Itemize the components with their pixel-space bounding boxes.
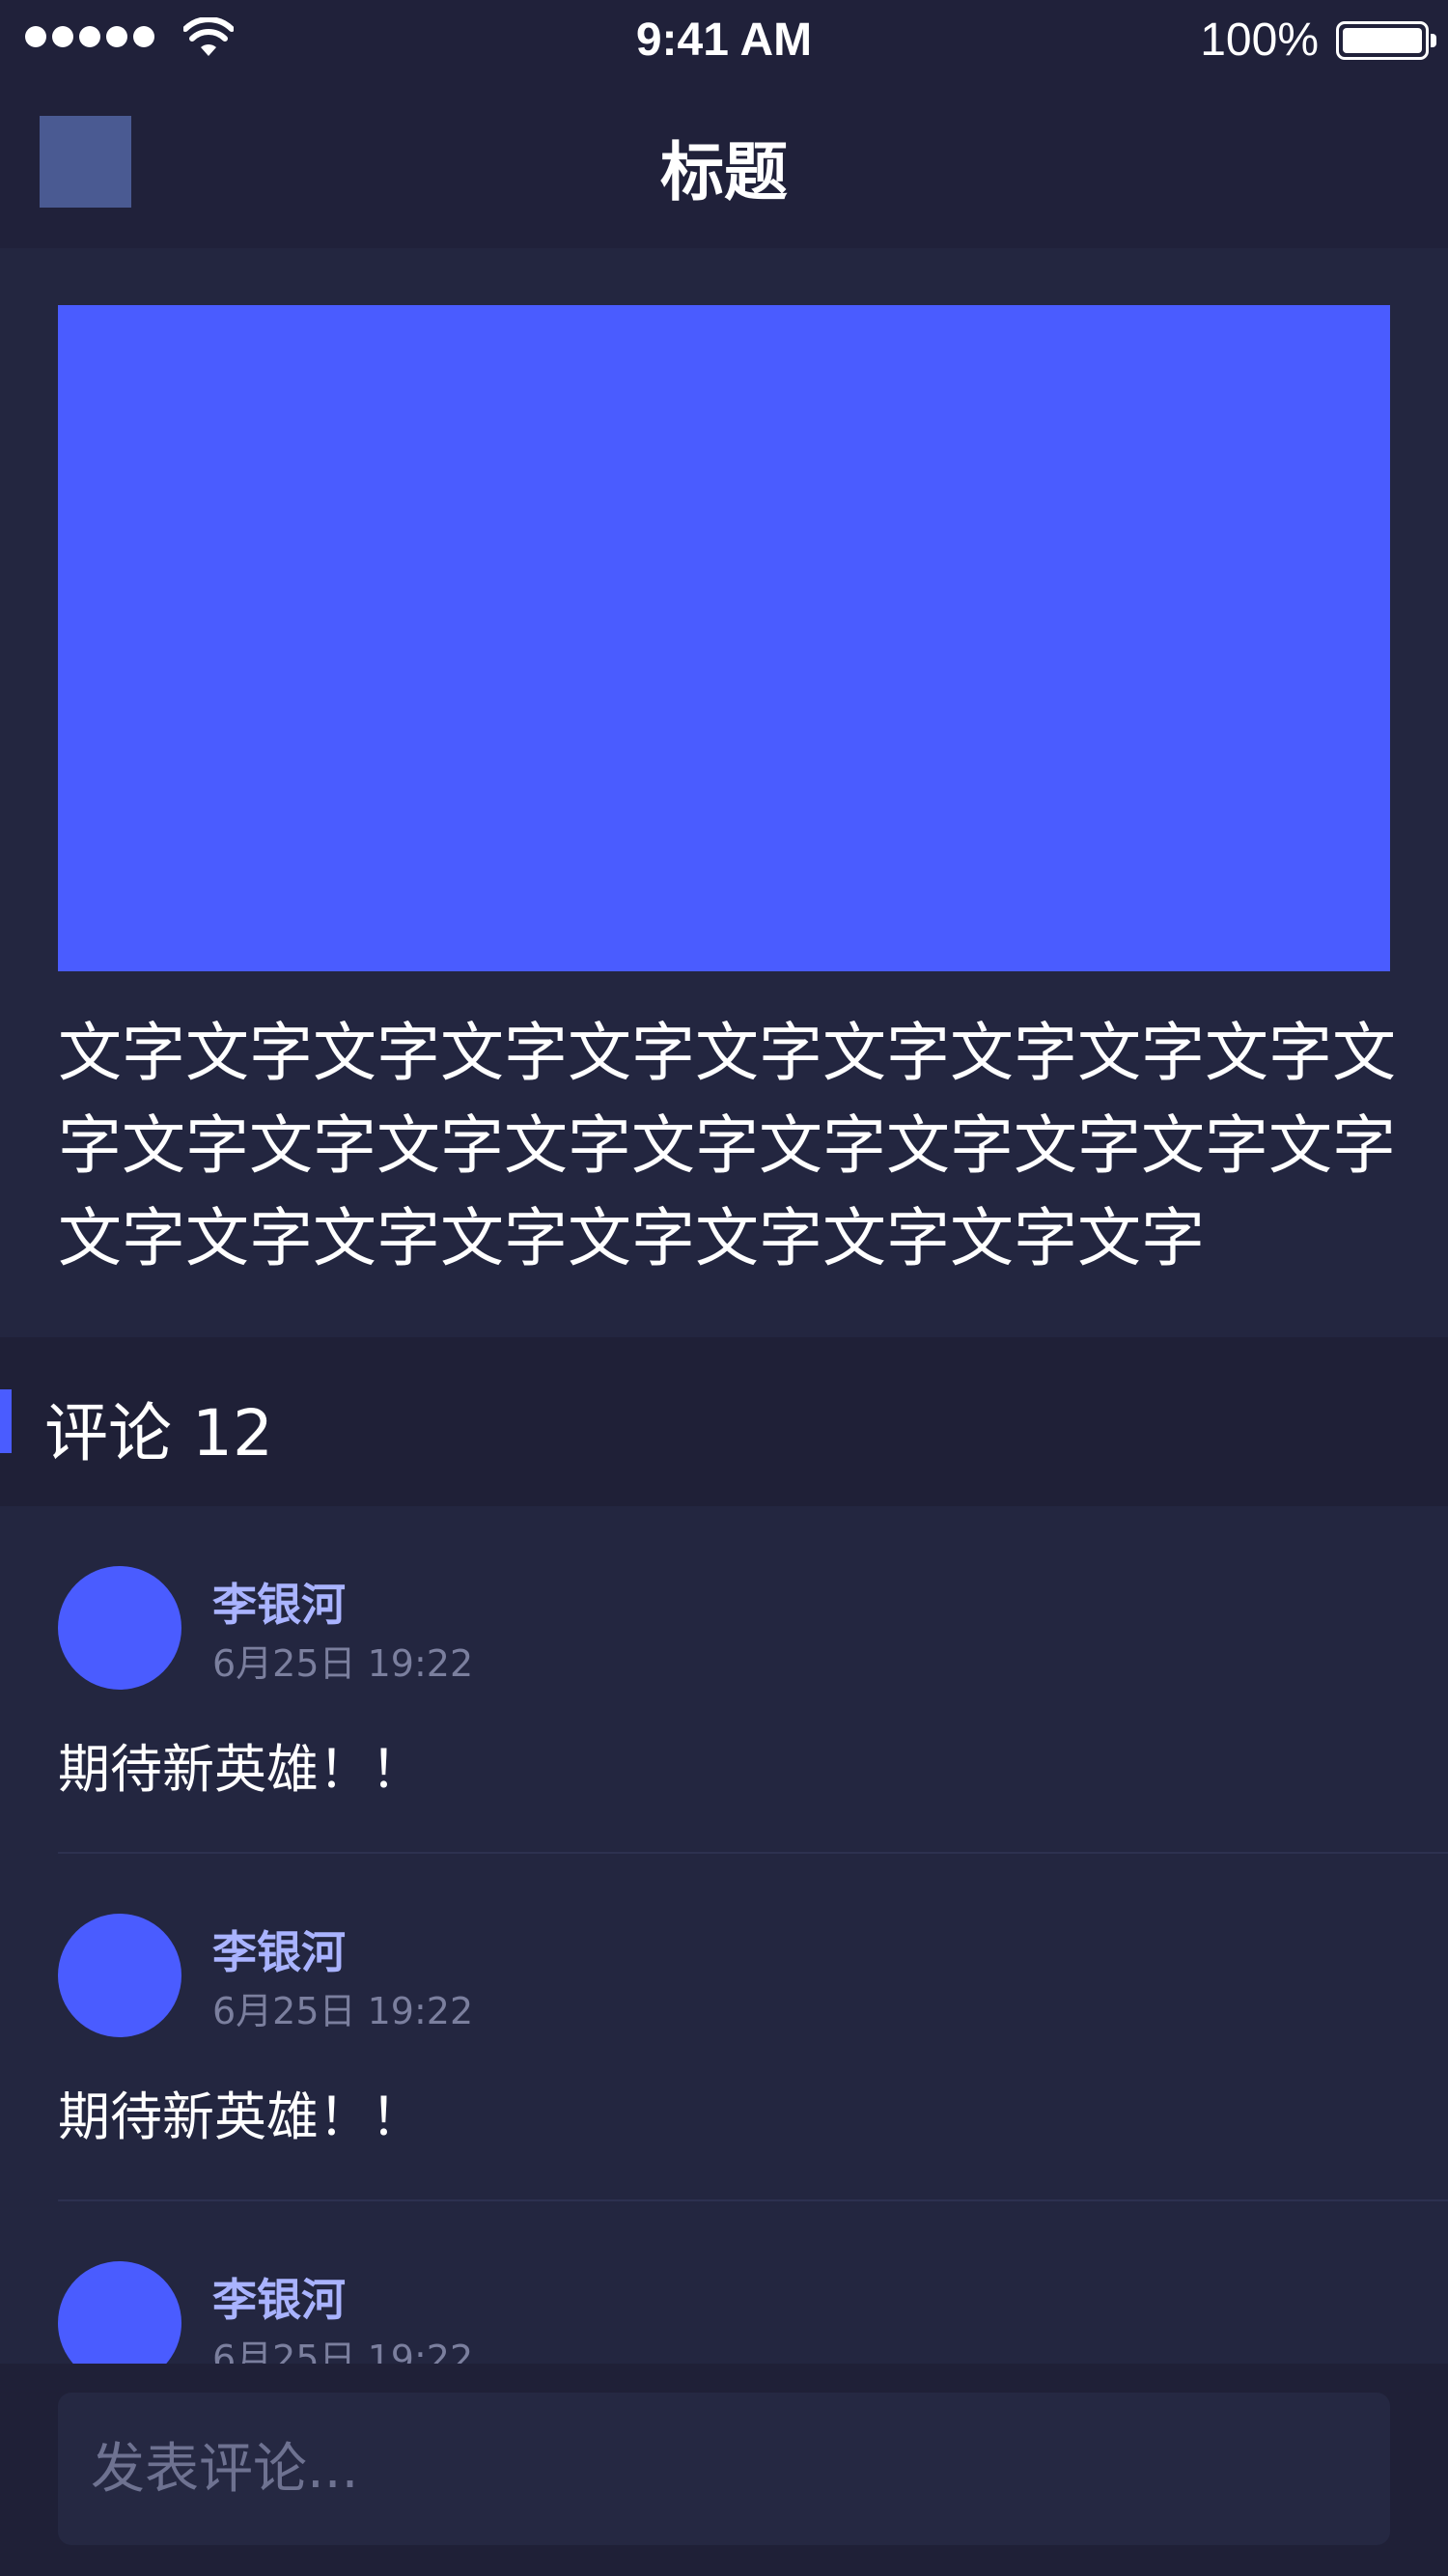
avatar[interactable] — [58, 1914, 181, 2037]
comment-author[interactable]: 李银河 — [212, 1570, 346, 1634]
comment-list[interactable]: 李银河 6月25日 19:22 期待新英雄！！ 李银河 6月25日 19:22 … — [0, 1506, 1448, 2364]
battery-icon — [1336, 21, 1436, 60]
comment-input[interactable] — [58, 2393, 1390, 2545]
article-body: 文字文字文字文字文字文字文字文字文字文字文字文字文字文字文字文字文字文字文字文字… — [58, 1016, 1396, 1275]
comment-time: 6月25日 19:22 — [212, 1642, 474, 1685]
comment-item: 李银河 6月25日 19:22 期待新英雄！！ — [0, 1854, 1448, 2201]
battery-percentage: 100% — [1200, 14, 1319, 66]
comment-text: 期待新英雄！！ — [58, 1739, 423, 1800]
comment-time: 6月25日 19:22 — [212, 2338, 474, 2364]
comment-author[interactable]: 李银河 — [212, 1918, 346, 1981]
comment-time: 6月25日 19:22 — [212, 1990, 474, 2032]
comments-header: 评论 12 — [0, 1337, 1448, 1506]
comment-item: 李银河 6月25日 19:22 期待新英雄！！ — [0, 1506, 1448, 1854]
comment-composer — [0, 2364, 1448, 2576]
article: 文字文字文字文字文字文字文字文字文字文字文字文字文字文字文字文字文字文字文字文字… — [0, 248, 1448, 1337]
avatar[interactable] — [58, 2261, 181, 2364]
article-image[interactable] — [58, 305, 1390, 971]
section-accent-bar — [0, 1389, 12, 1453]
comment-item: 李银河 6月25日 19:22 — [0, 2201, 1448, 2364]
comments-title: 评论 12 — [44, 1396, 273, 1470]
page-title: 标题 — [660, 135, 788, 210]
navigation-bar: 标题 — [0, 82, 1448, 248]
comment-text: 期待新英雄！！ — [58, 2086, 423, 2147]
avatar[interactable] — [58, 1566, 181, 1690]
comment-author[interactable]: 李银河 — [212, 2265, 346, 2329]
status-bar: 9:41 AM 100% — [0, 0, 1448, 82]
